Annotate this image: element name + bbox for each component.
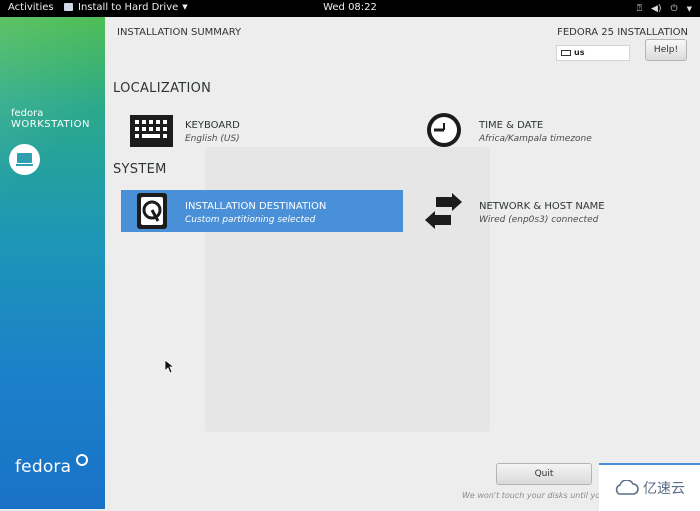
sidebar: fedora WORKSTATION fedora xyxy=(0,17,105,509)
spoke-status: Custom partitioning selected xyxy=(185,215,316,225)
watermark: 亿速云 xyxy=(613,478,685,498)
section-localization: LOCALIZATION xyxy=(113,81,212,96)
power-icon: ⏻ xyxy=(670,3,678,14)
fedora-infinity-icon xyxy=(76,454,88,466)
spoke-status: English (US) xyxy=(185,134,240,144)
clock[interactable]: Wed 08:22 xyxy=(0,2,700,13)
cloud-icon xyxy=(615,480,639,495)
fedora-small-logo: fedora xyxy=(11,108,44,119)
keyboard-layout-indicator[interactable]: us xyxy=(556,45,630,61)
spoke-installation-destination[interactable]: INSTALLATION DESTINATION Custom partitio… xyxy=(121,190,403,232)
system-tray[interactable]: ⍰ ◀) ⏻ ▼ xyxy=(637,1,692,16)
keyboard-small-icon xyxy=(561,50,571,56)
spoke-title: KEYBOARD xyxy=(185,120,240,131)
monitor-screen xyxy=(17,153,32,163)
top-bar: Activities Install to Hard Drive ▼ Wed 08… xyxy=(0,0,700,17)
volume-icon: ◀) xyxy=(651,3,662,14)
network-arrows-icon xyxy=(425,193,462,229)
keyboard-layout-value: us xyxy=(574,48,585,57)
spoke-title: NETWORK & HOST NAME xyxy=(479,201,605,212)
workstation-icon xyxy=(9,144,40,175)
help-button[interactable]: Help! xyxy=(645,39,687,61)
spoke-network-hostname[interactable]: NETWORK & HOST NAME Wired (enp0s3) conne… xyxy=(415,190,697,232)
disk-notice: We won't touch your disks until you xyxy=(462,491,606,500)
spoke-keyboard[interactable]: KEYBOARD English (US) xyxy=(121,109,403,151)
keyboard-icon xyxy=(130,115,173,147)
main-panel: INSTALLATION SUMMARY FEDORA 25 INSTALLAT… xyxy=(105,17,700,511)
mouse-cursor-icon xyxy=(165,360,175,374)
spoke-status: Wired (enp0s3) connected xyxy=(479,215,599,225)
section-system: SYSTEM xyxy=(113,162,167,177)
spoke-title: TIME & DATE xyxy=(479,120,544,131)
clock-icon xyxy=(427,113,461,147)
fedora-logo: fedora xyxy=(15,457,72,477)
watermark-text: 亿速云 xyxy=(643,481,685,497)
chevron-down-icon: ▼ xyxy=(686,4,692,13)
hard-drive-icon xyxy=(137,193,167,229)
spoke-time-date[interactable]: TIME & DATE Africa/Kampala timezone xyxy=(415,109,697,151)
product-title: FEDORA 25 INSTALLATION xyxy=(557,27,688,38)
workstation-label: WORKSTATION xyxy=(11,119,90,130)
spoke-title: INSTALLATION DESTINATION xyxy=(185,201,327,212)
monitor-base xyxy=(16,164,33,166)
quit-button[interactable]: Quit xyxy=(496,463,592,485)
page-title: INSTALLATION SUMMARY xyxy=(117,27,242,38)
spoke-status: Africa/Kampala timezone xyxy=(479,134,592,144)
network-status-icon: ⍰ xyxy=(636,3,643,14)
